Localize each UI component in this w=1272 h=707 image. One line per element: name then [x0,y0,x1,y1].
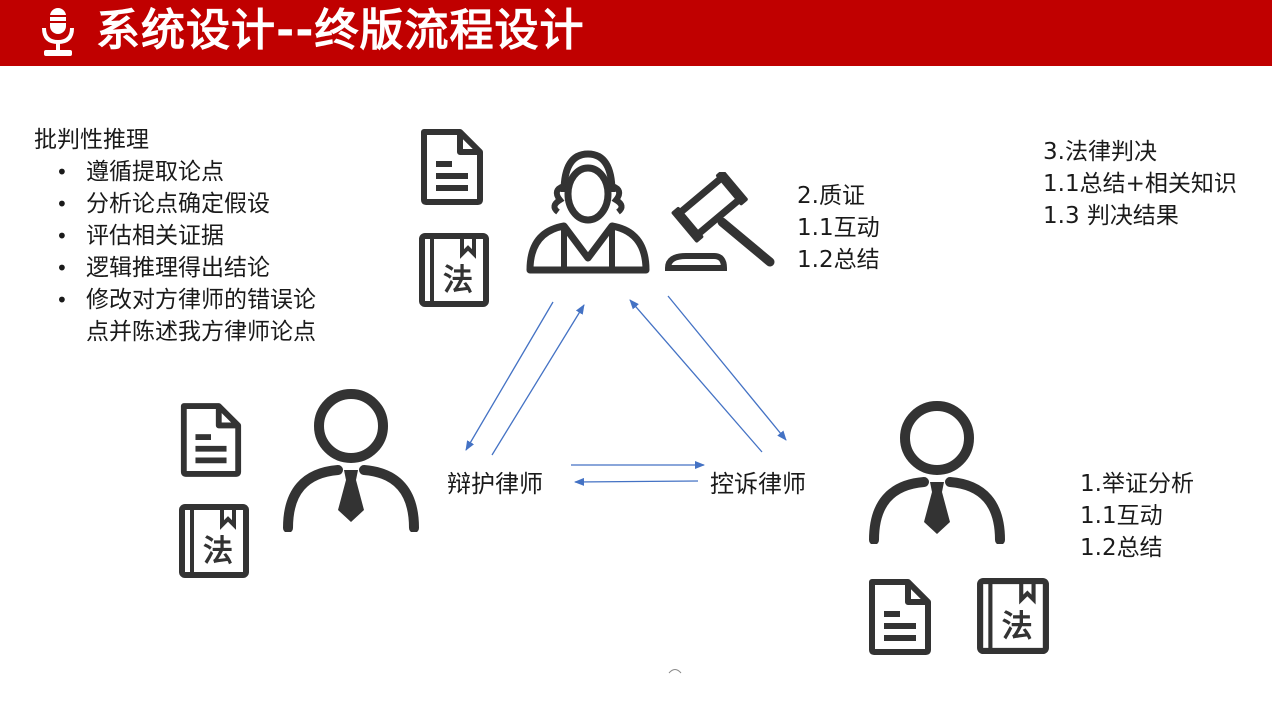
arrow-judge-to-prosecution [667,295,787,441]
arrow-prosecution-to-judge [629,299,763,453]
slide-marker-icon [668,669,682,674]
arrow-prosecution-to-defense [574,477,699,486]
flow-arrows [465,295,787,486]
